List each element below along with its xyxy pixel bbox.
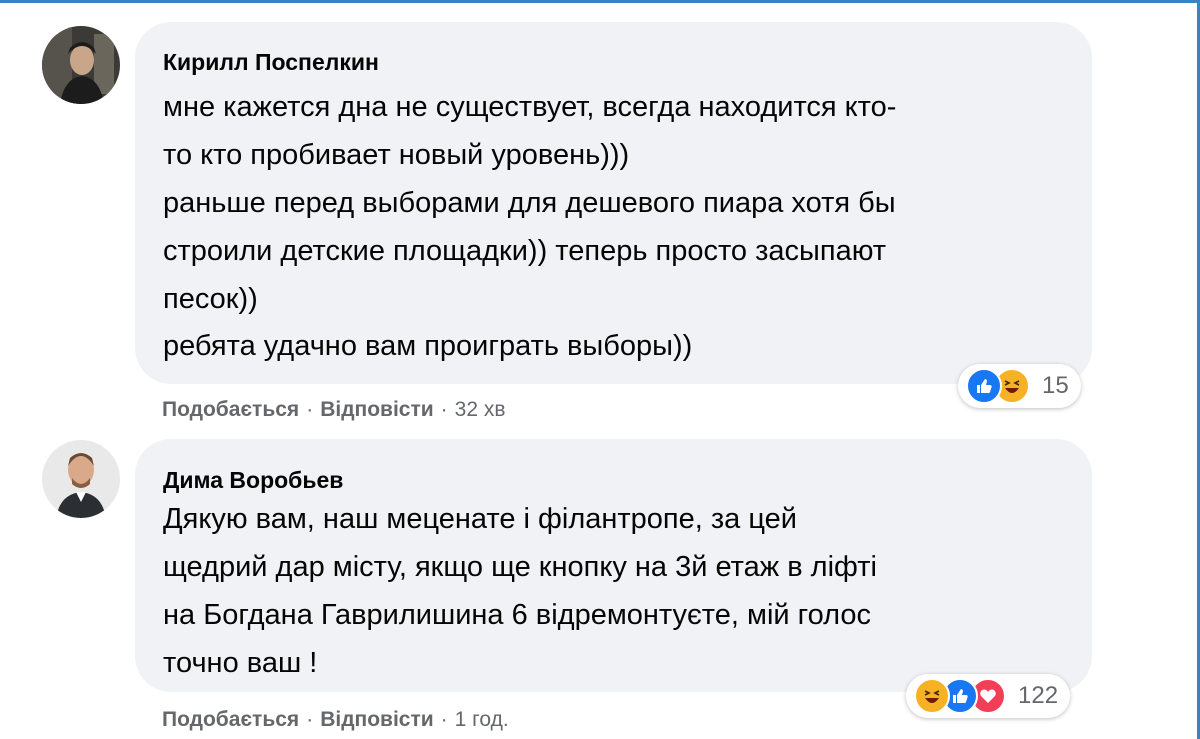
like-icon bbox=[966, 368, 1002, 404]
reply-link[interactable]: Відповісти bbox=[320, 398, 433, 421]
avatar[interactable] bbox=[42, 440, 120, 518]
separator: · bbox=[306, 398, 314, 421]
like-link[interactable]: Подобається bbox=[162, 708, 299, 731]
comment-author[interactable]: Кирилл Поспелкин bbox=[163, 49, 379, 76]
reaction-count: 15 bbox=[1042, 372, 1069, 399]
comment-author[interactable]: Дима Воробьев bbox=[163, 467, 343, 494]
comment-text-paragraph: ребята удачно вам проиграть выборы)) bbox=[163, 330, 693, 362]
reaction-summary[interactable]: 15 bbox=[958, 364, 1081, 408]
reply-link[interactable]: Відповісти bbox=[320, 708, 433, 731]
timestamp[interactable]: 32 хв bbox=[455, 398, 506, 421]
comment-bubble: Кирилл Поспелкин мне кажется дна не суще… bbox=[135, 22, 1092, 384]
avatar[interactable] bbox=[42, 26, 120, 104]
reaction-summary[interactable]: 122 bbox=[906, 674, 1071, 718]
haha-icon bbox=[914, 678, 950, 714]
comment-text: мне кажется дна не существует, всегда на… bbox=[163, 91, 897, 315]
comment-bubble: Дима Воробьев Дякую вам, наш меценате і … bbox=[135, 439, 1092, 692]
reaction-count: 122 bbox=[1018, 682, 1059, 709]
comment-actions: Подобається · Відповісти · 32 хв bbox=[162, 398, 506, 422]
timestamp[interactable]: 1 год. bbox=[455, 708, 509, 731]
like-link[interactable]: Подобається bbox=[162, 398, 299, 421]
separator: · bbox=[440, 398, 448, 421]
comment-actions: Подобається · Відповісти · 1 год. bbox=[162, 708, 509, 732]
window-frame-top bbox=[0, 0, 1200, 3]
separator: · bbox=[306, 708, 314, 731]
comment-text: Дякую вам, наш меценате і філантропе, за… bbox=[163, 503, 877, 679]
separator: · bbox=[440, 708, 448, 731]
